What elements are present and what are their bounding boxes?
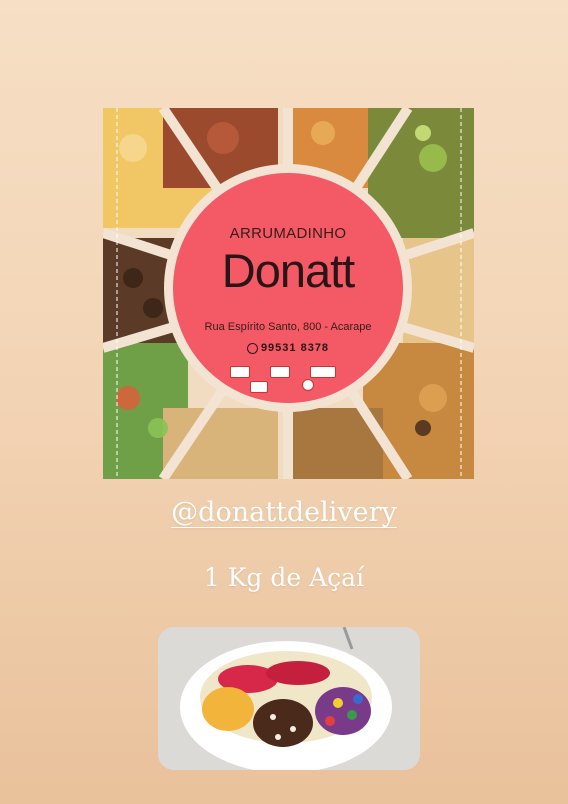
card-icon bbox=[302, 379, 314, 391]
logo-phone-number: 99531 8378 bbox=[260, 342, 330, 354]
card-icon bbox=[310, 366, 336, 378]
logo-brand-name: Donatt bbox=[221, 244, 355, 297]
payment-card-icons bbox=[228, 363, 348, 393]
logo-phone: 99531 8378 bbox=[173, 342, 403, 354]
acai-bowl-photo bbox=[158, 627, 420, 770]
whatsapp-icon bbox=[246, 342, 258, 354]
card-icon bbox=[230, 366, 250, 378]
menu-card-image: ARRUMADINHO Donatt Rua Espírito Santo, 8… bbox=[103, 108, 474, 479]
card-icon bbox=[270, 366, 290, 378]
instagram-handle-link[interactable]: @donattdelivery bbox=[0, 497, 568, 528]
story-caption: 1 Kg de Açaí bbox=[203, 563, 365, 592]
logo-subtitle: ARRUMADINHO bbox=[229, 225, 347, 242]
restaurant-logo: ARRUMADINHO Donatt Rua Espírito Santo, 8… bbox=[173, 173, 403, 403]
logo-address: Rua Espírito Santo, 800 - Acarape bbox=[204, 321, 372, 333]
card-icon bbox=[250, 381, 268, 393]
